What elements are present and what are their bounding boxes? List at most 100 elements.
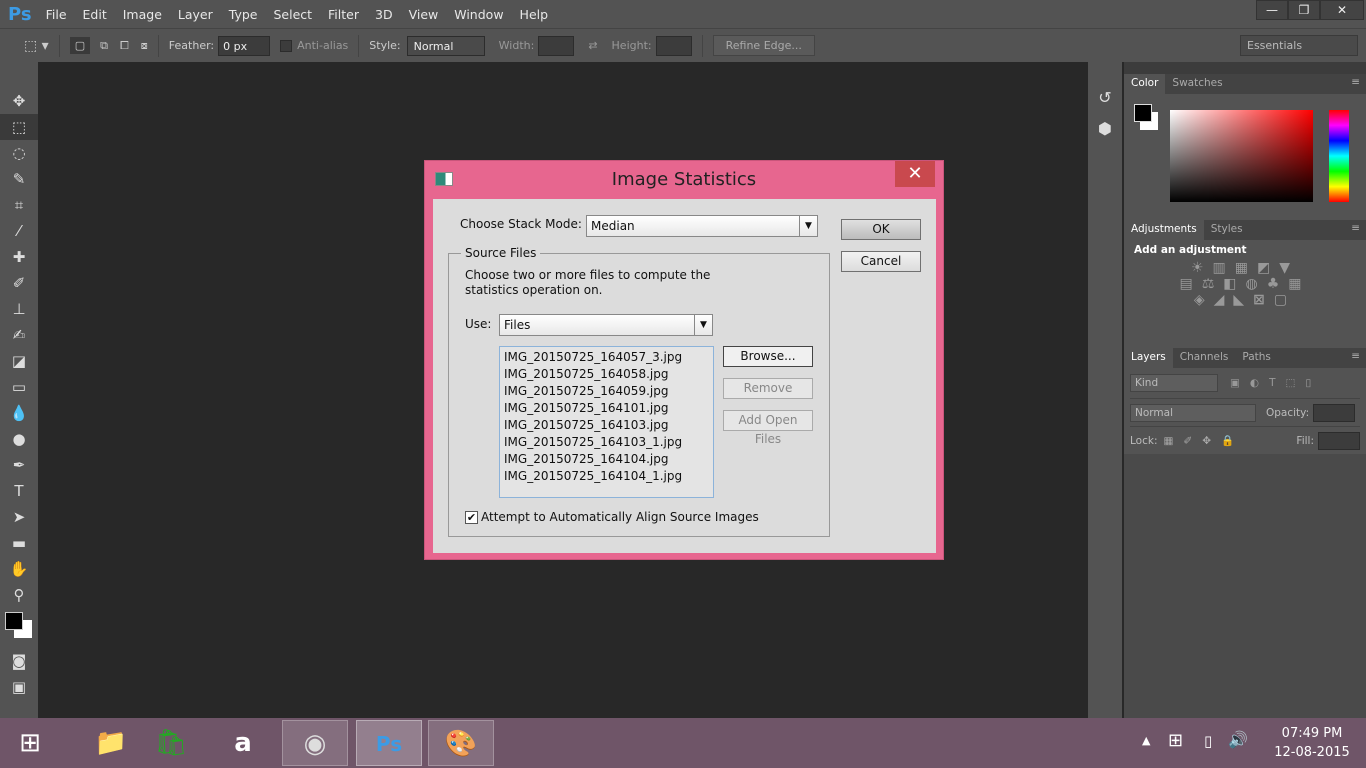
clock[interactable]: 07:49 PM 12-08-2015 xyxy=(1262,724,1362,762)
file-explorer-icon[interactable]: 📁 xyxy=(78,720,144,766)
workspace-select[interactable]: Essentials xyxy=(1240,35,1358,56)
color-swatches[interactable] xyxy=(0,608,38,648)
menu-select[interactable]: Select xyxy=(273,7,312,22)
eraser-tool-icon[interactable]: ◪ xyxy=(0,348,38,374)
list-item[interactable]: IMG_20150725_164059.jpg xyxy=(504,383,709,400)
minimize-button[interactable]: — xyxy=(1256,0,1288,20)
menu-image[interactable]: Image xyxy=(123,7,162,22)
height-input[interactable] xyxy=(655,35,692,56)
lasso-tool-icon[interactable]: ◌ xyxy=(0,140,38,166)
menu-filter[interactable]: Filter xyxy=(328,7,359,22)
foreground-color[interactable] xyxy=(1134,104,1152,122)
menu-help[interactable]: Help xyxy=(520,7,549,22)
photoshop-taskbar-icon[interactable]: Ps xyxy=(356,720,422,766)
brush-tool-icon[interactable]: ✐ xyxy=(0,270,38,296)
history-brush-tool-icon[interactable]: ✍ xyxy=(0,322,38,348)
menu-edit[interactable]: Edit xyxy=(83,7,107,22)
amazon-icon[interactable]: a xyxy=(210,720,276,766)
intersect-selection-icon[interactable]: ⧇ xyxy=(141,39,148,53)
width-input[interactable] xyxy=(538,35,575,56)
action-center-icon[interactable]: ⊞ xyxy=(1168,730,1183,751)
swap-icon[interactable]: ⇄ xyxy=(588,39,597,52)
fill-input[interactable] xyxy=(1318,431,1360,450)
quick-mask-icon[interactable]: ◙ xyxy=(0,648,38,674)
hand-tool-icon[interactable]: ✋ xyxy=(0,556,38,582)
list-item[interactable]: IMG_20150725_164104.jpg xyxy=(504,451,709,468)
browse-button[interactable]: Browse... xyxy=(723,346,813,367)
layer-filter-icons[interactable]: ▣◐T⬚▯ xyxy=(1230,377,1321,389)
stack-mode-select[interactable]: Median ▼ xyxy=(586,215,818,237)
cancel-button[interactable]: Cancel xyxy=(841,251,921,272)
style-select[interactable]: Normal xyxy=(406,35,485,56)
menu-3d[interactable]: 3D xyxy=(375,7,393,22)
menu-layer[interactable]: Layer xyxy=(178,7,213,22)
path-selection-tool-icon[interactable]: ➤ xyxy=(0,504,38,530)
tab-channels[interactable]: Channels xyxy=(1173,348,1236,368)
tab-color[interactable]: Color xyxy=(1124,74,1166,94)
3d-panel-icon[interactable]: ⬢ xyxy=(1088,119,1122,138)
crop-tool-icon[interactable]: ⌗ xyxy=(0,192,38,218)
new-selection-icon[interactable]: ▢ xyxy=(69,37,91,54)
menu-window[interactable]: Window xyxy=(454,7,503,22)
refine-edge-button[interactable]: Refine Edge... xyxy=(712,35,815,56)
color-field[interactable] xyxy=(1170,110,1313,202)
subtract-selection-icon[interactable]: ⧠ xyxy=(120,39,129,53)
chrome-icon[interactable]: ◉ xyxy=(282,720,348,766)
opacity-input[interactable] xyxy=(1313,403,1356,422)
quick-selection-tool-icon[interactable]: ✎ xyxy=(0,166,38,192)
tab-paths[interactable]: Paths xyxy=(1235,348,1278,368)
paint-icon[interactable]: 🎨 xyxy=(428,720,494,766)
list-item[interactable]: IMG_20150725_164101.jpg xyxy=(504,400,709,417)
volume-icon[interactable]: 🔊 xyxy=(1228,730,1248,749)
remove-button[interactable]: Remove xyxy=(723,378,813,399)
use-select[interactable]: Files ▼ xyxy=(499,314,713,336)
close-button[interactable]: ✕ xyxy=(1320,0,1364,20)
start-button[interactable]: ⊞ xyxy=(0,720,60,766)
tab-adjustments[interactable]: Adjustments xyxy=(1124,220,1204,240)
adjustment-icons[interactable]: ☀▥▦◩▼ ▤⚖◧◍♣▦ ◈◢◣⊠▢ xyxy=(1134,260,1356,308)
lock-icons[interactable]: ▦✐✥🔒 xyxy=(1163,434,1244,447)
tab-styles[interactable]: Styles xyxy=(1204,220,1250,240)
history-panel-icon[interactable]: ↺ xyxy=(1088,88,1122,107)
list-item[interactable]: IMG_20150725_164103_1.jpg xyxy=(504,434,709,451)
panel-menu-icon[interactable]: ≡ xyxy=(1345,74,1366,94)
rectangle-tool-icon[interactable]: ▬ xyxy=(0,530,38,556)
file-list[interactable]: IMG_20150725_164057_3.jpg IMG_20150725_1… xyxy=(499,346,714,498)
store-icon[interactable]: 🛍 xyxy=(138,720,204,766)
add-selection-icon[interactable]: ⧉ xyxy=(100,39,108,53)
list-item[interactable]: IMG_20150725_164103.jpg xyxy=(504,417,709,434)
move-tool-icon[interactable]: ✥ xyxy=(0,88,38,114)
gradient-tool-icon[interactable]: ▭ xyxy=(0,374,38,400)
antialias-checkbox[interactable] xyxy=(280,39,293,52)
menu-view[interactable]: View xyxy=(409,7,439,22)
dodge-tool-icon[interactable]: ● xyxy=(0,426,38,452)
zoom-tool-icon[interactable]: ⚲ xyxy=(0,582,38,608)
list-item[interactable]: IMG_20150725_164104_1.jpg xyxy=(504,468,709,485)
eyedropper-tool-icon[interactable]: ⁄ xyxy=(0,218,38,244)
show-hidden-icons[interactable]: ▲ xyxy=(1142,734,1150,747)
screen-mode-icon[interactable]: ▣ xyxy=(0,674,38,700)
list-item[interactable]: IMG_20150725_164058.jpg xyxy=(504,366,709,383)
hue-slider[interactable] xyxy=(1329,110,1349,202)
ok-button[interactable]: OK xyxy=(841,219,921,240)
pen-tool-icon[interactable]: ✒ xyxy=(0,452,38,478)
feather-input[interactable]: 0 px xyxy=(218,35,271,56)
panel-menu-icon[interactable]: ≡ xyxy=(1345,220,1366,240)
marquee-preset-icon[interactable]: ⬚ ▾ xyxy=(24,38,49,54)
type-tool-icon[interactable]: T xyxy=(0,478,38,504)
marquee-tool-icon[interactable]: ⬚ xyxy=(0,114,38,140)
blur-tool-icon[interactable]: 💧 xyxy=(0,400,38,426)
tab-swatches[interactable]: Swatches xyxy=(1165,74,1229,94)
menu-file[interactable]: File xyxy=(46,7,67,22)
tab-layers[interactable]: Layers xyxy=(1124,348,1173,368)
dialog-close-button[interactable]: ✕ xyxy=(895,161,935,187)
blend-mode-select[interactable]: Normal xyxy=(1130,403,1256,422)
align-checkbox[interactable]: ✔ xyxy=(465,511,478,524)
clone-stamp-tool-icon[interactable]: ⊥ xyxy=(0,296,38,322)
healing-tool-icon[interactable]: ✚ xyxy=(0,244,38,270)
restore-button[interactable]: ❐ xyxy=(1288,0,1320,20)
list-item[interactable]: IMG_20150725_164057_3.jpg xyxy=(504,349,709,366)
layer-filter-select[interactable]: Kind xyxy=(1130,374,1218,392)
menu-type[interactable]: Type xyxy=(229,7,258,22)
panel-menu-icon[interactable]: ≡ xyxy=(1345,348,1366,368)
